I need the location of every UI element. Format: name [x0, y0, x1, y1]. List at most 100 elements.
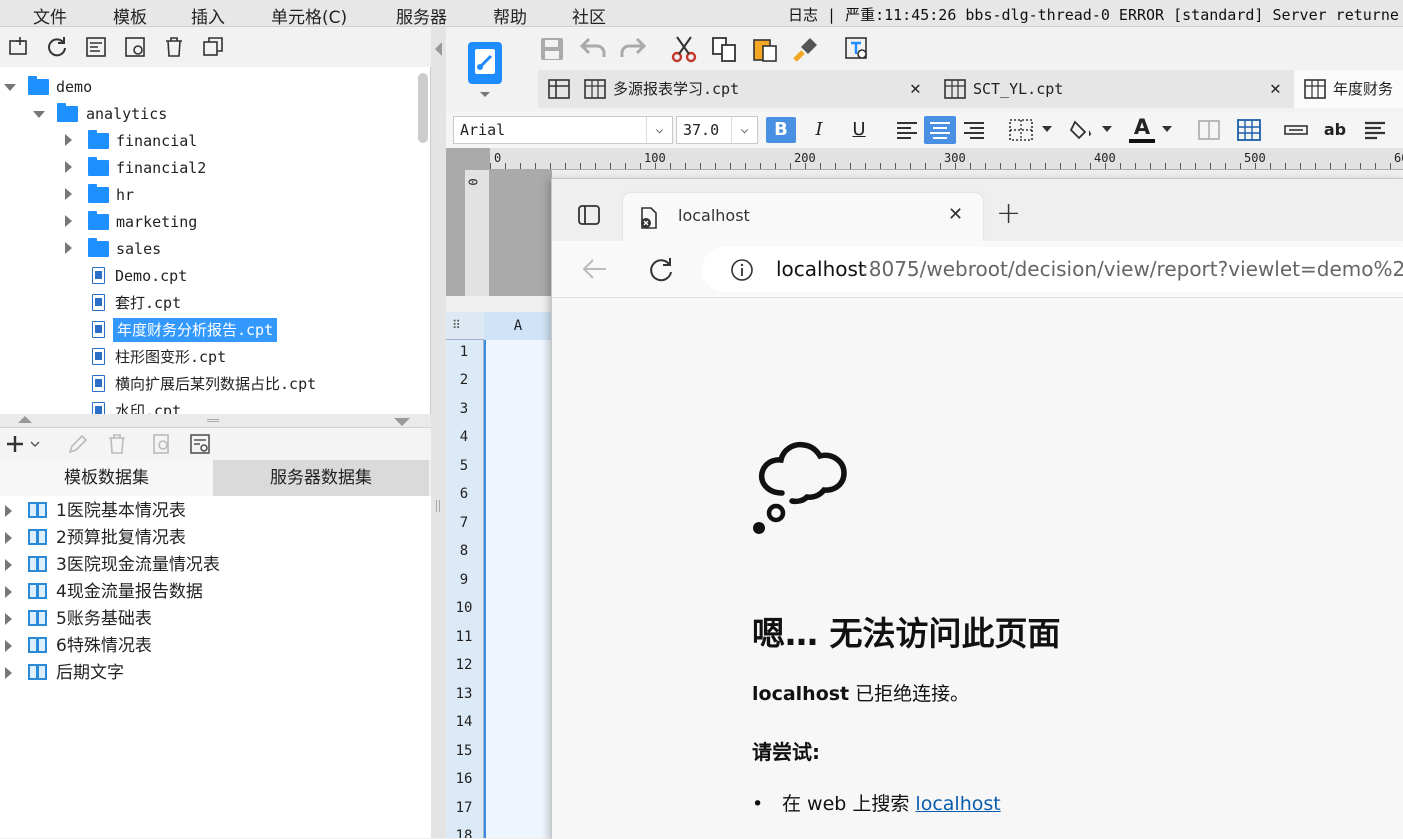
- close-tab-icon[interactable]: ✕: [1270, 70, 1281, 108]
- tree-node-sales[interactable]: sales: [116, 237, 161, 261]
- collapse-arrow-icon[interactable]: [65, 134, 72, 146]
- dataset-item[interactable]: 后期文字: [56, 660, 124, 686]
- designer-logo-icon[interactable]: [468, 42, 502, 84]
- edit-icon[interactable]: [67, 433, 89, 455]
- collapse-arrow-icon[interactable]: [5, 667, 12, 679]
- editor-tab-1[interactable]: 多源报表学习.cpt ✕: [538, 70, 934, 108]
- collapse-arrow-icon[interactable]: [65, 242, 72, 254]
- table-icon[interactable]: [1237, 119, 1261, 141]
- collapse-arrow-icon[interactable]: [5, 532, 12, 544]
- border-icon[interactable]: [1009, 119, 1033, 141]
- editor-tab-2[interactable]: SCT_YL.cpt ✕: [934, 70, 1294, 108]
- row-header[interactable]: 11: [446, 629, 482, 645]
- expand-arrow-icon[interactable]: [4, 84, 16, 91]
- row-header[interactable]: 16: [446, 771, 482, 787]
- tree-file[interactable]: 水印.cpt: [115, 399, 181, 414]
- menu-help[interactable]: 帮助: [493, 3, 527, 28]
- open-icon[interactable]: [85, 36, 107, 58]
- chevron-down-icon[interactable]: [1102, 126, 1112, 132]
- row-header[interactable]: 13: [446, 686, 482, 702]
- paste-icon[interactable]: [751, 35, 779, 63]
- bold-button[interactable]: B: [766, 117, 796, 143]
- row-header[interactable]: 5: [446, 458, 482, 474]
- dataset-settings-icon[interactable]: [189, 433, 211, 455]
- tree-node-demo[interactable]: demo: [56, 75, 92, 99]
- dataset-item[interactable]: 1医院基本情况表: [56, 498, 186, 524]
- collapse-arrow-icon[interactable]: [65, 161, 72, 173]
- dataset-item[interactable]: 6特殊情况表: [56, 633, 152, 659]
- tab-server-dataset[interactable]: 服务器数据集: [213, 460, 429, 496]
- dataset-item[interactable]: 3医院现金流量情况表: [56, 552, 220, 578]
- collapse-arrow-icon[interactable]: [5, 559, 12, 571]
- tree-file[interactable]: 套打.cpt: [115, 291, 181, 315]
- menu-file[interactable]: 文件: [33, 3, 67, 28]
- log-status[interactable]: 日志 | 严重:11:45:26 bbs-dlg-thread-0 ERROR …: [788, 4, 1399, 25]
- undo-icon[interactable]: [579, 36, 607, 62]
- collapse-arrow-icon[interactable]: [5, 640, 12, 652]
- align-center-button[interactable]: [924, 116, 956, 144]
- fill-color-icon[interactable]: [1069, 118, 1095, 142]
- menu-insert[interactable]: 插入: [191, 3, 225, 28]
- menu-community[interactable]: 社区: [572, 3, 606, 28]
- tab-template-dataset[interactable]: 模板数据集: [0, 460, 213, 496]
- tree-node-financial[interactable]: financial: [116, 129, 197, 153]
- column-header-a[interactable]: A: [484, 312, 552, 340]
- underline-button[interactable]: U: [846, 117, 872, 143]
- delete-dataset-icon[interactable]: [106, 433, 128, 455]
- settings-icon[interactable]: [124, 36, 146, 58]
- tree-scrollbar[interactable]: [418, 73, 428, 143]
- info-icon[interactable]: [730, 258, 754, 282]
- reload-icon[interactable]: [648, 256, 674, 282]
- row-header[interactable]: 12: [446, 657, 482, 673]
- save-icon[interactable]: [539, 36, 565, 62]
- row-header[interactable]: 17: [446, 800, 482, 816]
- dataset-item[interactable]: 4现金流量报告数据: [56, 579, 203, 605]
- url-field[interactable]: localhost :8075/webroot/decision/view/re…: [702, 247, 1403, 292]
- collapse-arrow-icon[interactable]: [65, 188, 72, 200]
- delete-icon[interactable]: [163, 36, 185, 58]
- selected-cell-column[interactable]: [484, 340, 552, 838]
- row-header[interactable]: 7: [446, 515, 482, 531]
- row-header[interactable]: 15: [446, 743, 482, 759]
- tree-node-analytics[interactable]: analytics: [86, 102, 167, 126]
- italic-button[interactable]: I: [806, 117, 832, 143]
- chevron-down-icon[interactable]: [1042, 126, 1052, 132]
- search-link[interactable]: localhost: [915, 793, 1000, 815]
- new-tab-icon[interactable]: +: [996, 196, 1021, 231]
- collapse-left-icon[interactable]: [435, 42, 442, 56]
- row-header[interactable]: 9: [446, 572, 482, 588]
- wrap-icon[interactable]: [1284, 123, 1308, 137]
- back-icon[interactable]: [582, 258, 608, 280]
- justify-icon[interactable]: [1364, 120, 1386, 140]
- row-header[interactable]: 18: [446, 828, 482, 838]
- format-painter-icon[interactable]: [792, 35, 820, 63]
- tree-file[interactable]: 横向扩展后某列数据占比.cpt: [115, 372, 316, 396]
- cut-icon[interactable]: [671, 35, 697, 63]
- collapse-arrow-icon[interactable]: [5, 613, 12, 625]
- preview-icon[interactable]: [151, 433, 173, 455]
- refresh-icon[interactable]: [46, 36, 68, 58]
- font-size-select[interactable]: 37.0 ⌵: [676, 116, 758, 144]
- align-left-icon[interactable]: [896, 120, 918, 140]
- close-tab-icon[interactable]: ✕: [910, 70, 921, 108]
- new-folder-icon[interactable]: [8, 36, 30, 58]
- row-header[interactable]: 8: [446, 543, 482, 559]
- collapse-down-icon[interactable]: [394, 418, 410, 426]
- row-header[interactable]: 6: [446, 486, 482, 502]
- merge-cells-icon[interactable]: [1198, 120, 1220, 140]
- row-header[interactable]: 3: [446, 401, 482, 417]
- row-header[interactable]: 2: [446, 372, 482, 388]
- row-header[interactable]: 10: [446, 600, 482, 616]
- font-family-select[interactable]: Arial ⌵: [453, 116, 673, 144]
- row-header[interactable]: 4: [446, 429, 482, 445]
- vertical-splitter[interactable]: [431, 27, 446, 838]
- tree-node-hr[interactable]: hr: [116, 183, 134, 207]
- redo-icon[interactable]: [619, 36, 647, 62]
- expand-arrow-icon[interactable]: [33, 111, 45, 118]
- chevron-down-icon[interactable]: ⌵: [646, 117, 672, 143]
- menu-server[interactable]: 服务器: [396, 3, 447, 28]
- text-format-button[interactable]: ab: [1322, 117, 1348, 143]
- search-replace-icon[interactable]: [843, 35, 871, 63]
- collapse-arrow-icon[interactable]: [65, 215, 72, 227]
- collapse-arrow-icon[interactable]: [5, 505, 12, 517]
